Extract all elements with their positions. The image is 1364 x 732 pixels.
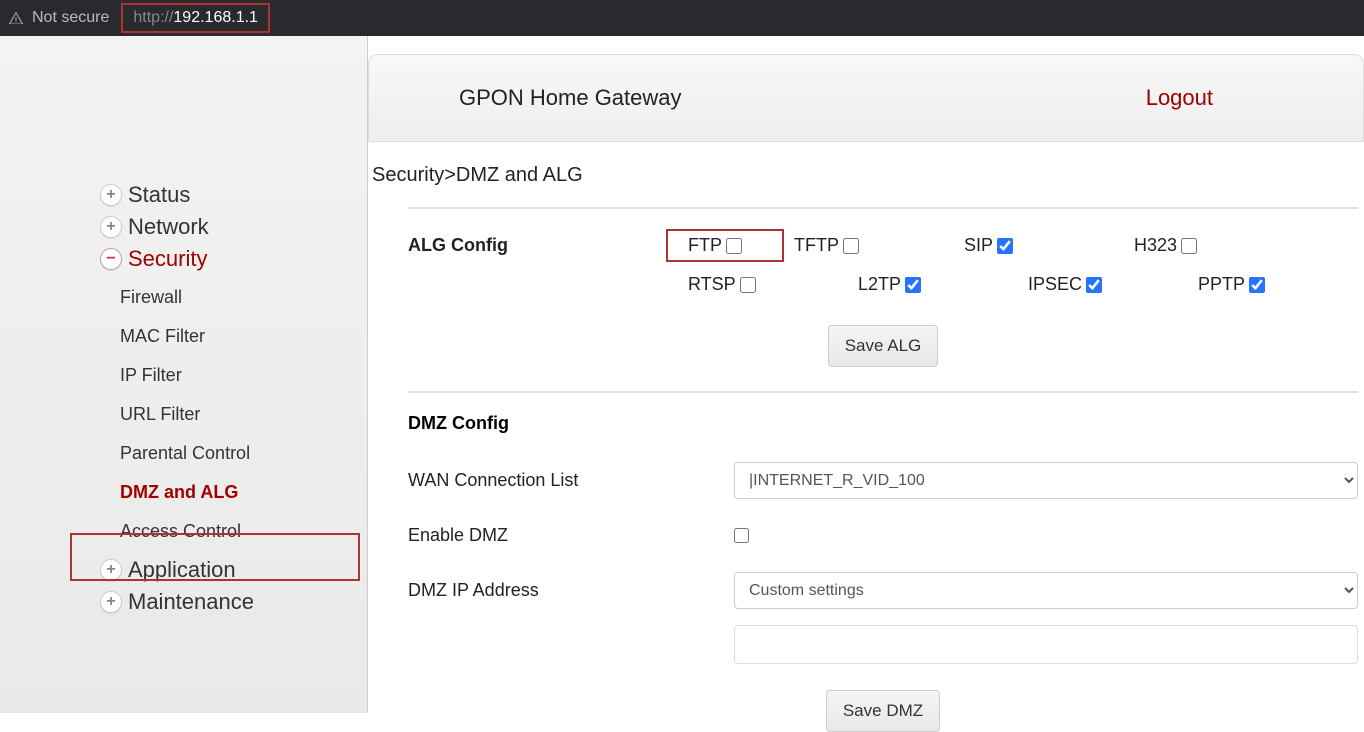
wan-connection-select[interactable]: |INTERNET_R_VID_100: [734, 462, 1358, 499]
alg-ipsec-label: IPSEC: [1028, 274, 1082, 295]
sidebar-item-security[interactable]: − Security: [100, 246, 367, 272]
sidebar-item-maintenance[interactable]: + Maintenance: [100, 589, 367, 615]
plus-icon: +: [100, 591, 122, 613]
save-alg-button[interactable]: Save ALG: [828, 325, 939, 367]
alg-ftp-label: FTP: [688, 235, 722, 256]
alg-l2tp-checkbox[interactable]: [905, 277, 921, 293]
enable-dmz-label: Enable DMZ: [408, 525, 734, 546]
alg-tftp-checkbox[interactable]: [843, 238, 859, 254]
sidebar-label-network: Network: [128, 214, 209, 240]
alg-tftp-label: TFTP: [794, 235, 839, 256]
alg-ftp-highlight-box: FTP: [666, 229, 784, 262]
sidebar-sub-security: Firewall MAC Filter IP Filter URL Filter…: [100, 278, 367, 551]
alg-h323-checkbox[interactable]: [1181, 238, 1197, 254]
main-content: GPON Home Gateway Logout Security>DMZ an…: [368, 36, 1364, 713]
alg-sip-checkbox[interactable]: [997, 238, 1013, 254]
breadcrumb: Security>DMZ and ALG: [372, 164, 1364, 187]
sidebar-sub-access-control[interactable]: Access Control: [120, 512, 367, 551]
url-host: 192.168.1.1: [173, 9, 258, 27]
sidebar-sub-dmz-alg[interactable]: DMZ and ALG: [120, 473, 367, 512]
sidebar-sub-firewall[interactable]: Firewall: [120, 278, 367, 317]
sidebar-item-status[interactable]: + Status: [100, 182, 367, 208]
sidebar-sub-mac-filter[interactable]: MAC Filter: [120, 317, 367, 356]
alg-sip-label: SIP: [964, 235, 993, 256]
dmz-ip-select[interactable]: Custom settings: [734, 572, 1358, 609]
plus-icon: +: [100, 184, 122, 206]
save-dmz-button[interactable]: Save DMZ: [826, 690, 940, 732]
browser-address-bar: Not secure http://192.168.1.1: [0, 0, 1364, 36]
warning-icon: [8, 10, 24, 26]
sidebar-label-status: Status: [128, 182, 190, 208]
alg-h323-label: H323: [1134, 235, 1177, 256]
url-highlight-box: http://192.168.1.1: [121, 3, 270, 33]
sidebar-label-maintenance: Maintenance: [128, 589, 254, 615]
logout-link[interactable]: Logout: [1146, 85, 1213, 111]
sidebar-item-application[interactable]: + Application: [100, 557, 367, 583]
alg-l2tp-label: L2TP: [858, 274, 901, 295]
alg-ipsec-checkbox[interactable]: [1086, 277, 1102, 293]
sidebar-sub-parental-control[interactable]: Parental Control: [120, 434, 367, 473]
alg-config-heading: ALG Config: [408, 229, 688, 256]
enable-dmz-checkbox[interactable]: [734, 528, 749, 543]
sidebar-label-application: Application: [128, 557, 236, 583]
plus-icon: +: [100, 216, 122, 238]
dmz-ip-label: DMZ IP Address: [408, 580, 734, 601]
alg-rtsp-label: RTSP: [688, 274, 736, 295]
alg-pptp-checkbox[interactable]: [1249, 277, 1265, 293]
alg-pptp-label: PPTP: [1198, 274, 1245, 295]
sidebar-item-network[interactable]: + Network: [100, 214, 367, 240]
dmz-ip-input[interactable]: [734, 625, 1358, 664]
minus-icon: −: [100, 248, 122, 270]
dmz-config-heading: DMZ Config: [408, 413, 1358, 434]
not-secure-label: Not secure: [32, 9, 109, 27]
header-bar: GPON Home Gateway Logout: [368, 54, 1364, 142]
sidebar-sub-ip-filter[interactable]: IP Filter: [120, 356, 367, 395]
wan-connection-label: WAN Connection List: [408, 470, 734, 491]
alg-rtsp-checkbox[interactable]: [740, 277, 756, 293]
plus-icon: +: [100, 559, 122, 581]
alg-ftp-checkbox[interactable]: [726, 238, 742, 254]
sidebar-sub-url-filter[interactable]: URL Filter: [120, 395, 367, 434]
url-prefix: http://: [133, 9, 173, 27]
sidebar: + Status + Network − Security Firewall M…: [0, 36, 368, 713]
page-title: GPON Home Gateway: [459, 85, 682, 111]
sidebar-label-security: Security: [128, 246, 207, 272]
